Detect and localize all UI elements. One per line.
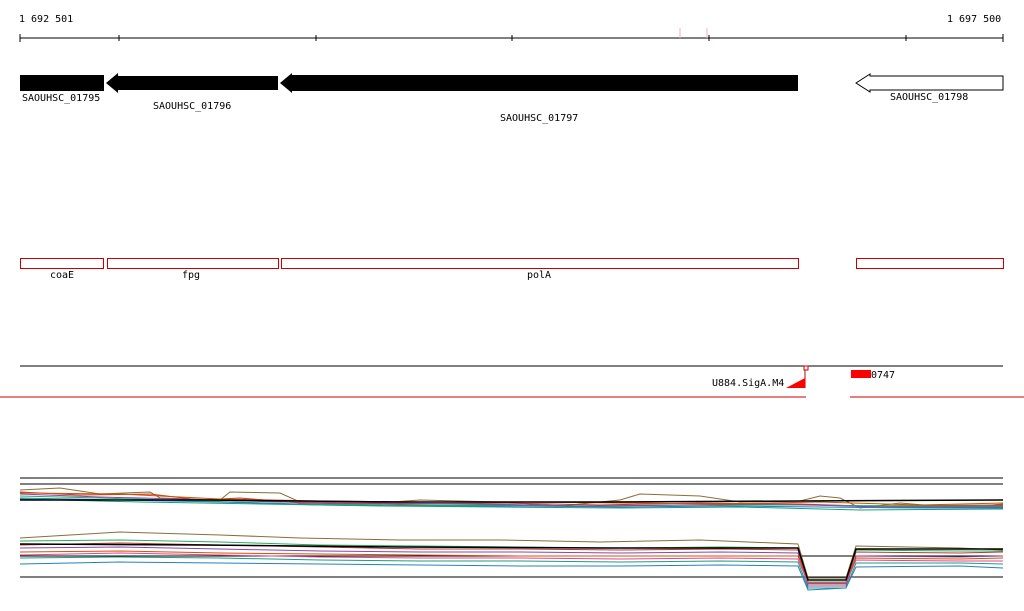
- gene-label-01798: SAOUHSC_01798: [890, 92, 969, 103]
- coverage-track-upper: [19, 477, 1004, 511]
- gene-label-01797: SAOUHSC_01797: [500, 113, 579, 124]
- feature-box-polA[interactable]: [281, 258, 799, 269]
- feature-box-coaE[interactable]: [20, 258, 104, 269]
- gene-arrow-SAOUHSC_01795[interactable]: [20, 75, 104, 91]
- feature-box-fpg[interactable]: [107, 258, 279, 269]
- position-ruler: [19, 28, 1004, 42]
- gene-arrow-SAOUHSC_01798[interactable]: [855, 73, 1004, 93]
- feature-label-coaE: coaE: [50, 270, 75, 281]
- site-marker-0747[interactable]: [851, 370, 871, 378]
- gene-label-01795: SAOUHSC_01795: [22, 93, 101, 104]
- coverage-track-lower: [19, 531, 1004, 591]
- gene-arrow-SAOUHSC_01796[interactable]: [106, 73, 278, 93]
- gene-label-01796: SAOUHSC_01796: [153, 101, 232, 112]
- site-label-0747: 0747: [871, 370, 896, 381]
- feature-box-unlabeled[interactable]: [856, 258, 1004, 269]
- genome-browser-canvas[interactable]: [0, 0, 1024, 611]
- feature-label-fpg: fpg: [182, 270, 201, 281]
- site-label-U884: U884.SigA.M4: [712, 378, 785, 389]
- site-marker-U884[interactable]: [786, 378, 805, 388]
- gene-arrow-SAOUHSC_01797[interactable]: [280, 73, 798, 93]
- feature-label-polA: polA: [527, 270, 552, 281]
